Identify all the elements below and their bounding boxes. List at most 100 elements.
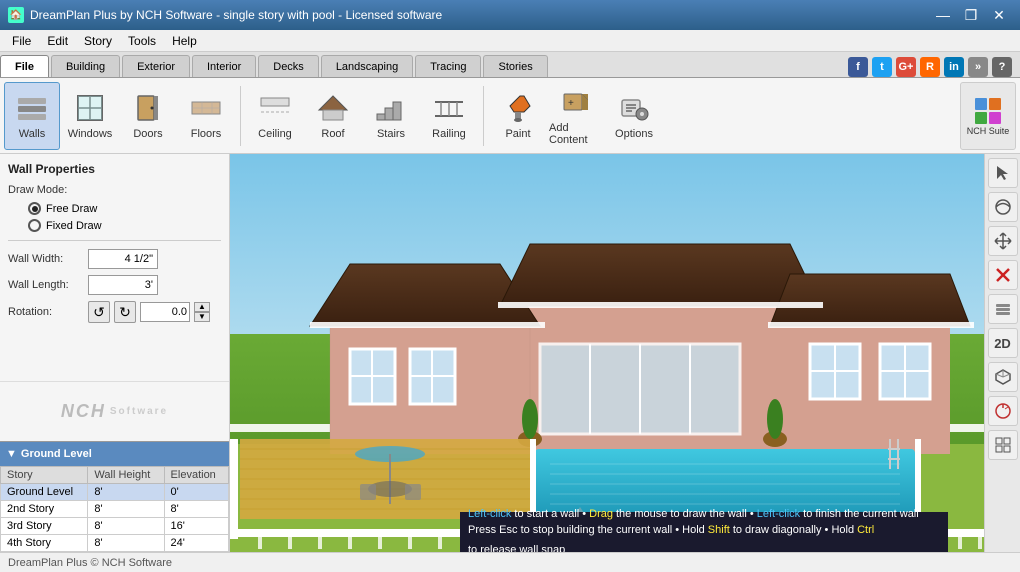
title-bar-controls: — ❐ ✕ (930, 5, 1012, 25)
menu-file[interactable]: File (4, 30, 39, 51)
tab-interior[interactable]: Interior (192, 55, 256, 77)
draw-mode-group: Free Draw Fixed Draw (28, 202, 221, 232)
maximize-button[interactable]: ❐ (958, 5, 984, 25)
linkedin-icon[interactable]: in (944, 57, 964, 77)
tool-walls[interactable]: Walls (4, 82, 60, 150)
facebook-icon[interactable]: f (848, 57, 868, 77)
menu-help[interactable]: Help (164, 30, 205, 51)
doors-icon (132, 92, 164, 124)
tab-building[interactable]: Building (51, 55, 120, 77)
grid-tool-button[interactable] (988, 430, 1018, 460)
pointer-tool-button[interactable] (988, 158, 1018, 188)
google-icon[interactable]: G+ (896, 57, 916, 77)
windows-icon (74, 92, 106, 124)
tool-floors[interactable]: Floors (178, 82, 234, 150)
spin-up-button[interactable]: ▲ (194, 302, 210, 312)
tab-decks[interactable]: Decks (258, 55, 319, 77)
elevation: 8' (164, 501, 228, 518)
wall-length-row: Wall Length: (8, 275, 221, 295)
orbit-tool-button[interactable] (988, 192, 1018, 222)
rotation-input[interactable] (140, 302, 190, 322)
tool-doors[interactable]: Doors (120, 82, 176, 150)
stairs-icon (375, 92, 407, 124)
menu-story[interactable]: Story (76, 30, 120, 51)
wall-width-label: Wall Width: (8, 253, 88, 265)
table-row[interactable]: 3rd Story 8' 16' (1, 518, 229, 535)
story-panel: ▼ Ground Level Story Wall Height Elevati… (0, 441, 229, 552)
nch-logo: NCH Software (0, 381, 229, 441)
pan-tool-button[interactable] (988, 226, 1018, 256)
rotate-left-button[interactable]: ↺ (88, 301, 110, 323)
table-row[interactable]: 2nd Story 8' 8' (1, 501, 229, 518)
rotation-row: Rotation: ↺ ↻ ▲ ▼ (8, 301, 221, 323)
tab-file[interactable]: File (0, 55, 49, 77)
tool-stairs[interactable]: Stairs (363, 82, 419, 150)
wall-length-input[interactable] (88, 275, 158, 295)
close-button[interactable]: ✕ (986, 5, 1012, 25)
tab-exterior[interactable]: Exterior (122, 55, 190, 77)
wall-width-input[interactable] (88, 249, 158, 269)
wall-properties-title: Wall Properties (8, 162, 221, 176)
delete-tool-button[interactable] (988, 260, 1018, 290)
tab-tracing[interactable]: Tracing (415, 55, 481, 77)
wall-height: 8' (88, 484, 164, 501)
nch-suite-icon (973, 96, 1003, 126)
table-row[interactable]: 4th Story 8' 24' (1, 535, 229, 552)
toolbar-separator-1 (240, 86, 241, 146)
right-toolbar: 2D (984, 154, 1020, 552)
tool-options[interactable]: Options (606, 82, 662, 150)
spin-down-button[interactable]: ▼ (194, 312, 210, 322)
social-icons: f t G+ R in » ? (840, 57, 1020, 77)
story-name: 3rd Story (1, 518, 88, 535)
tool-windows[interactable]: Windows (62, 82, 118, 150)
walls-icon (16, 92, 48, 124)
tool-paint[interactable]: Paint (490, 82, 546, 150)
tab-stories[interactable]: Stories (483, 55, 547, 77)
measure-tool-button[interactable] (988, 396, 1018, 426)
main-layout: Wall Properties Draw Mode: Free Draw Fix… (0, 154, 1020, 552)
add-content-icon: + (560, 86, 592, 118)
instr-leftclick-1: Left-click (468, 506, 511, 523)
rotate-right-button[interactable]: ↻ (114, 301, 136, 323)
layers-tool-button[interactable] (988, 294, 1018, 324)
wall-width-row: Wall Width: (8, 249, 221, 269)
wall-height: 8' (88, 535, 164, 552)
title-bar: 🏠 DreamPlan Plus by NCH Software - singl… (0, 0, 1020, 30)
rss-icon[interactable]: R (920, 57, 940, 77)
tool-railing[interactable]: Railing (421, 82, 477, 150)
instr-drag: Drag (589, 506, 613, 523)
tool-add-content[interactable]: + Add Content (548, 82, 604, 150)
table-row[interactable]: Ground Level 8' 0' (1, 484, 229, 501)
title-bar-left: 🏠 DreamPlan Plus by NCH Software - singl… (8, 7, 442, 23)
twitter-icon[interactable]: t (872, 57, 892, 77)
minimize-button[interactable]: — (930, 5, 956, 25)
viewport[interactable]: ▲ ◄ ● ► ▼ Left-click to start a wall • D… (230, 154, 984, 552)
tool-roof[interactable]: Roof (305, 82, 361, 150)
story-panel-icon: ▼ (6, 448, 17, 460)
options-icon (618, 92, 650, 124)
instruction-line-2: Press Esc to stop building the current w… (468, 522, 940, 552)
3d-tool-button[interactable] (988, 362, 1018, 392)
2d-tool-button[interactable]: 2D (988, 328, 1018, 358)
menu-tools[interactable]: Tools (120, 30, 164, 51)
menu-edit[interactable]: Edit (39, 30, 76, 51)
story-table: Story Wall Height Elevation Ground Level… (0, 466, 229, 552)
help-icon[interactable]: ? (992, 57, 1012, 77)
rotation-spinner: ▲ ▼ (194, 302, 210, 322)
free-draw-radio[interactable]: Free Draw (28, 202, 221, 215)
fixed-draw-radio[interactable]: Fixed Draw (28, 219, 221, 232)
rotation-controls: ↺ ↻ ▲ ▼ (88, 301, 210, 323)
elevation: 0' (164, 484, 228, 501)
story-panel-title: Ground Level (21, 448, 92, 460)
toolbar: Walls Windows Doors Floors (0, 78, 1020, 154)
free-draw-label: Free Draw (46, 203, 97, 215)
tool-ceiling[interactable]: Ceiling (247, 82, 303, 150)
nch-suite-button[interactable]: NCH Suite (960, 82, 1016, 150)
tab-landscaping[interactable]: Landscaping (321, 55, 413, 77)
instr-ctrl: Ctrl (857, 522, 874, 539)
title-bar-text: DreamPlan Plus by NCH Software - single … (30, 8, 442, 22)
draw-mode-label: Draw Mode: (8, 184, 88, 196)
story-name: 2nd Story (1, 501, 88, 518)
more-icon[interactable]: » (968, 57, 988, 77)
roof-icon (317, 92, 349, 124)
